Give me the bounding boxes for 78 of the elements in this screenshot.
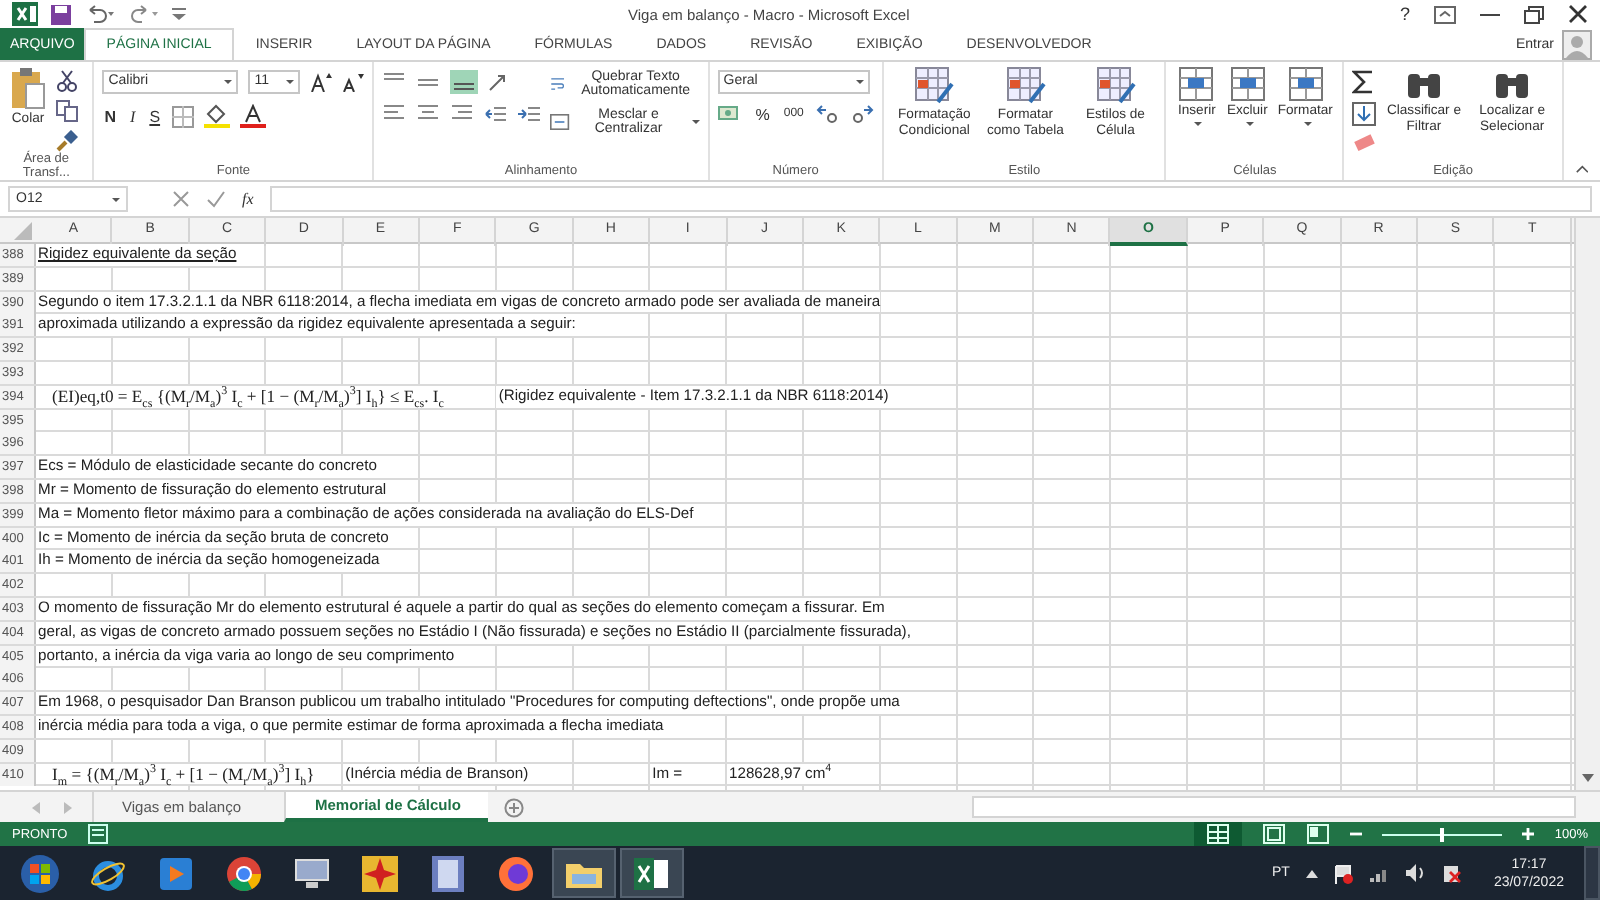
- increase-decimal-icon[interactable]: [815, 104, 840, 124]
- zoom-in-icon[interactable]: [1522, 828, 1535, 840]
- star-icon: [362, 855, 398, 891]
- cell-grid-icon: [1176, 66, 1217, 102]
- currency-icon[interactable]: [717, 104, 744, 124]
- redo-icon[interactable]: [128, 4, 160, 24]
- grow-font-icon[interactable]: [310, 72, 333, 92]
- copy-icon[interactable]: [56, 100, 78, 122]
- caret-icon: [855, 80, 864, 84]
- caret-icon: [286, 80, 295, 84]
- caret-icon: [1194, 121, 1203, 126]
- font-color-icon[interactable]: [240, 104, 267, 128]
- speaker-icon[interactable]: [1405, 864, 1426, 882]
- shrink-font-icon[interactable]: [342, 72, 365, 92]
- collapse-ribbon-icon[interactable]: [1575, 164, 1589, 174]
- table-style-icon: [1005, 66, 1046, 106]
- page-break-icon[interactable]: [1306, 824, 1331, 844]
- scissors-icon[interactable]: [56, 70, 78, 92]
- monitor-icon: [294, 857, 330, 889]
- table-style-icon: [914, 66, 955, 106]
- caret-icon: [691, 120, 700, 124]
- align-center-icon[interactable]: [416, 104, 441, 124]
- globe-ring-icon: [90, 855, 126, 891]
- percent-button[interactable]: %: [753, 105, 772, 123]
- decrease-decimal-icon[interactable]: [849, 104, 874, 124]
- macro-record-icon[interactable]: [87, 824, 108, 844]
- insert-function-button[interactable]: fx: [242, 190, 254, 208]
- customize-toolbar-icon[interactable]: [172, 6, 186, 22]
- chrome-icon: [226, 855, 262, 891]
- zoom-slider-thumb[interactable]: [1440, 827, 1445, 841]
- decrease-indent-icon[interactable]: [484, 104, 509, 124]
- merge-cells-icon: [550, 112, 570, 132]
- clipboard-icon: [10, 66, 46, 110]
- wrap-text-icon: [550, 74, 566, 94]
- normal-view-icon[interactable]: [1194, 822, 1243, 846]
- increase-indent-icon[interactable]: [518, 104, 543, 124]
- spreadsheet-icon: [634, 857, 670, 889]
- borders-icon[interactable]: [172, 105, 195, 127]
- formula-input-field[interactable]: [269, 186, 1592, 212]
- show-hidden-icons-icon[interactable]: [1305, 869, 1318, 877]
- taskbar-folder-button[interactable]: [552, 848, 616, 898]
- caret-icon: [112, 197, 120, 201]
- play-icon: [160, 857, 192, 889]
- align-left-icon[interactable]: [382, 104, 407, 124]
- save-icon[interactable]: [50, 3, 72, 25]
- start-orb-icon: [20, 853, 60, 893]
- restore-icon[interactable]: [1524, 5, 1544, 23]
- caret-icon: [1245, 121, 1254, 126]
- caret-icon: [1303, 121, 1312, 126]
- add-sheet-icon[interactable]: [504, 797, 525, 817]
- page-layout-icon[interactable]: [1262, 824, 1287, 844]
- signal-bars-icon[interactable]: [1369, 865, 1390, 881]
- bold-button[interactable]: N: [102, 107, 119, 125]
- film-icon: [432, 855, 464, 891]
- ribbon-display-icon[interactable]: [1434, 5, 1456, 23]
- check-icon[interactable]: [206, 190, 226, 208]
- zoom-out-icon[interactable]: [1350, 828, 1363, 840]
- cancel-icon[interactable]: [172, 190, 190, 208]
- taskbar-spreadsheet-button[interactable]: [620, 848, 684, 898]
- paintbrush-icon[interactable]: [56, 130, 78, 152]
- flag-icon[interactable]: [1333, 863, 1354, 883]
- scroll-down-icon[interactable]: [1580, 770, 1596, 786]
- align-right-icon[interactable]: [450, 104, 475, 124]
- close-icon[interactable]: [1568, 4, 1588, 24]
- undo-icon[interactable]: [84, 4, 116, 24]
- fill-color-icon[interactable]: [204, 104, 231, 128]
- table-style-icon: [1095, 66, 1136, 106]
- fill-down-icon[interactable]: [1352, 102, 1377, 126]
- italic-button[interactable]: I: [128, 107, 138, 125]
- horizontal-scrollbar[interactable]: [972, 796, 1576, 818]
- firefox-icon: [498, 855, 534, 891]
- cell-grid-icon: [1227, 66, 1268, 102]
- caret-icon: [224, 80, 233, 84]
- align-bottom-icon[interactable]: [450, 70, 479, 94]
- cell-grid-icon: [1285, 66, 1326, 102]
- autosum-icon[interactable]: [1352, 70, 1377, 94]
- help-button[interactable]: ?: [1399, 4, 1410, 24]
- underline-button[interactable]: S: [147, 107, 163, 125]
